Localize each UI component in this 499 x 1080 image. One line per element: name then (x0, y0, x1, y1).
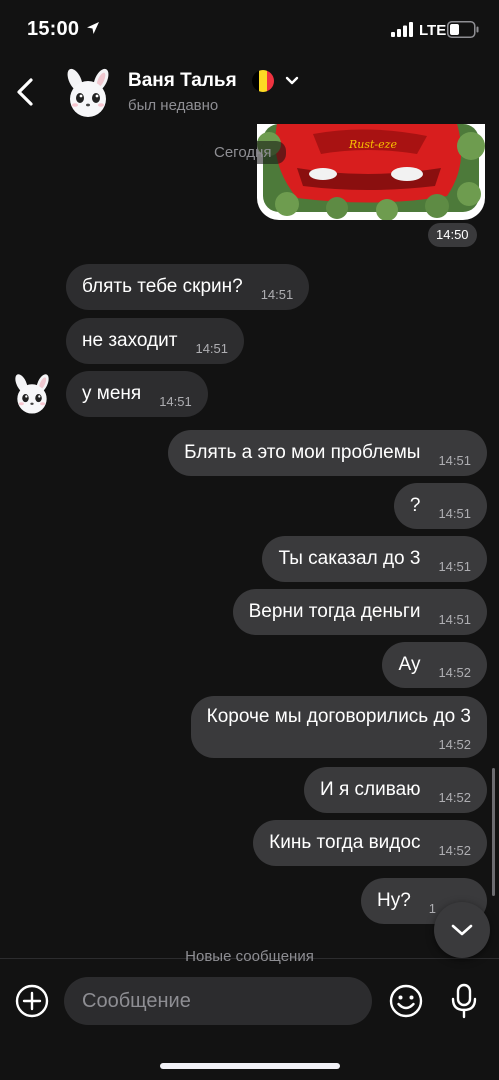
message-time: 14:51 (438, 452, 471, 468)
scroll-to-bottom-button[interactable] (434, 902, 490, 958)
message-text: ? (409, 495, 421, 516)
message-bubble-outgoing[interactable]: ? 14:51 (393, 483, 487, 529)
status-time: 15:00 (27, 18, 80, 40)
message-text: Верни тогда деньги (248, 601, 421, 622)
chat-header: Ваня Талья был недавно (0, 58, 499, 130)
message-time: 14:52 (438, 842, 471, 858)
message-text: Ау (398, 654, 421, 675)
message-time: 14:52 (438, 664, 471, 680)
message-bubble-outgoing[interactable]: Блять а это мои проблемы 14:51 (168, 430, 487, 476)
message-text: у меня (82, 383, 142, 404)
network-type-label: LTE (419, 22, 447, 39)
car-sticker[interactable]: Rust-eze (257, 124, 485, 220)
message-text: Блять а это мои проблемы (184, 442, 421, 463)
message-text: И я сливаю (320, 779, 421, 800)
back-arrow-icon[interactable] (8, 72, 44, 112)
new-messages-divider: Новые сообщения (185, 948, 314, 965)
microphone-icon[interactable] (448, 982, 480, 1020)
contact-name[interactable]: Ваня Талья (128, 70, 237, 92)
message-bubble-outgoing[interactable]: Ты саказал до 3 14:51 (262, 536, 487, 582)
message-time: 14:51 (438, 611, 471, 627)
message-bubble-incoming[interactable]: у меня 14:51 (66, 371, 208, 417)
message-input-bar (0, 970, 499, 1030)
scroll-indicator[interactable] (492, 768, 495, 896)
message-time: 14:51 (195, 340, 229, 356)
message-time: 14:51 (438, 558, 471, 574)
message-input[interactable] (64, 977, 372, 1025)
message-time: 1 (428, 900, 437, 916)
chevron-down-icon (451, 924, 473, 936)
message-bubble-outgoing[interactable]: Кинь тогда видос 14:52 (253, 820, 487, 866)
svg-text:Rust-eze: Rust-eze (348, 138, 397, 151)
signal-bars-icon (391, 22, 413, 37)
message-bubble-outgoing[interactable]: Ау 14:52 (382, 642, 487, 688)
sender-avatar[interactable] (10, 372, 54, 416)
plus-circle-icon[interactable] (14, 983, 50, 1019)
status-bar: 15:00 LTE (0, 0, 499, 58)
home-indicator[interactable] (160, 1063, 340, 1069)
battery-icon (447, 21, 479, 38)
sticker-timestamp: 14:50 (428, 223, 477, 247)
message-bubble-incoming[interactable]: блять тебе скрин? 14:51 (66, 264, 310, 310)
last-seen-status: был недавно (128, 97, 219, 114)
message-text: Короче мы договорились до 3 (206, 706, 471, 727)
message-time: 14:51 (438, 505, 471, 521)
message-text: блять тебе скрин? (82, 276, 243, 297)
belgium-flag-icon (252, 70, 274, 92)
message-text: не заходит (82, 330, 178, 351)
date-divider: Сегодня (200, 141, 286, 164)
message-time: 14:51 (260, 286, 294, 302)
message-time: 14:52 (438, 789, 471, 805)
location-arrow-icon (87, 22, 99, 34)
message-text: Ну? (377, 890, 411, 911)
message-time: 14:51 (159, 393, 192, 409)
chevron-down-icon[interactable] (284, 75, 300, 87)
message-text: Кинь тогда видос (269, 832, 421, 853)
avatar[interactable] (61, 66, 115, 120)
emoji-icon[interactable] (388, 983, 424, 1019)
message-bubble-incoming[interactable]: не заходит 14:51 (66, 318, 245, 364)
message-time: 14:52 (438, 737, 471, 752)
message-bubble-outgoing[interactable]: Короче мы договорились до 3 14:52 (190, 696, 487, 758)
message-text: Ты саказал до 3 (278, 548, 421, 569)
message-bubble-outgoing[interactable]: Верни тогда деньги 14:51 (232, 589, 487, 635)
message-bubble-outgoing[interactable]: И я сливаю 14:52 (304, 767, 487, 813)
